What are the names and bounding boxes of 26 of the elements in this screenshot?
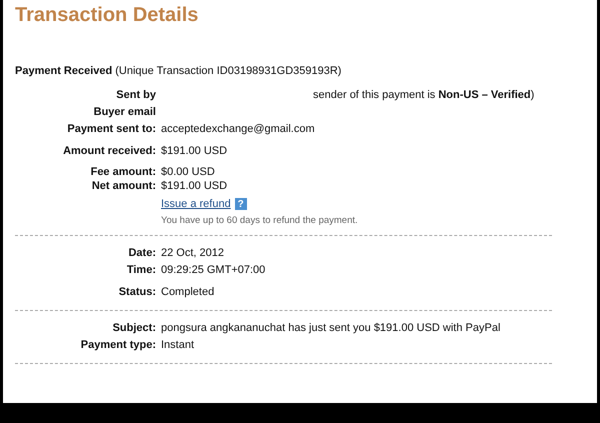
field-label: Sent by	[115, 88, 156, 103]
field-label: Buyer email	[92, 105, 156, 120]
field-value: 22 Oct, 2012	[161, 246, 224, 261]
field-label: Payment sent to:	[66, 122, 156, 137]
field-label: Net amount:	[90, 179, 156, 193]
field-value: pongsura angkananuchat has just sent you $191.00 USD with PayPal	[161, 321, 500, 336]
field-value: sender of this payment is Non-US – Verified)	[313, 88, 534, 103]
field-value: 09:29:25 GMT+07:00	[161, 263, 266, 278]
field-value: acceptedexchange@gmail.com	[161, 122, 315, 137]
field-label: Fee amount:	[90, 165, 156, 179]
field-label: Time:	[126, 263, 156, 278]
field-value: $191.00 USD	[161, 179, 228, 193]
refund-note: You have up to 60 days to refund the payment.	[161, 215, 359, 226]
field-label: Payment type:	[80, 338, 156, 353]
field-label: Status:	[118, 285, 156, 300]
field-value: $0.00 USD	[161, 165, 215, 179]
field-label: Subject:	[112, 321, 156, 336]
field-label: Amount received:	[62, 144, 156, 159]
issue-refund-link[interactable]: Issue a refund	[161, 198, 231, 210]
field-value: $191.00 USD	[161, 144, 228, 159]
field-value: Instant	[161, 338, 194, 353]
transaction-id: (Unique Transaction ID03198931GD359193R)	[115, 64, 342, 78]
payment-status-label: Payment Received	[15, 64, 112, 78]
page-title: Transaction Details	[15, 3, 200, 27]
field-label: Date:	[127, 246, 156, 261]
field-value: Completed	[161, 285, 214, 300]
